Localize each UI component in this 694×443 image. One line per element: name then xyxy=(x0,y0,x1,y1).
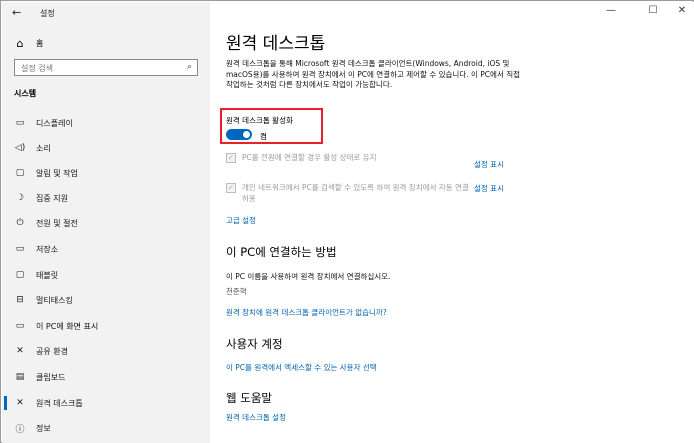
notification-icon: ▢ xyxy=(15,168,25,178)
sidebar-item-remote-desktop[interactable]: ✕ 원격 데스크톱 xyxy=(4,396,83,410)
speaker-icon: ◁) xyxy=(14,143,26,153)
enable-remote-desktop-label: 원격 데스크톱 활성화 xyxy=(226,116,293,125)
sidebar: ← 설정 ⌂ 홈 설정 검색 ⌕ 시스템 ▭ 디스플레이 ◁) 소리 ▢ 알림 … xyxy=(2,2,210,443)
sidebar-home[interactable]: ⌂ 홈 xyxy=(14,37,44,50)
advanced-settings-link[interactable]: 고급 설정 xyxy=(226,215,256,226)
keep-awake-label: PC를 전원에 연결할 경우 활성 상태로 유지 xyxy=(242,153,377,162)
toggle-state-label: 켬 xyxy=(260,132,267,141)
minimize-icon[interactable]: — xyxy=(604,5,618,16)
maximize-icon[interactable]: ☐ xyxy=(646,5,660,16)
sidebar-item-storage[interactable]: ▭ 저장소 xyxy=(14,242,58,256)
multitasking-icon: ⊟ xyxy=(16,295,24,305)
main-content: — ☐ ✕ 원격 데스크톱 원격 데스크톱을 통해 Microsoft 원격 데… xyxy=(210,2,694,443)
settings-window: ← 설정 ⌂ 홈 설정 검색 ⌕ 시스템 ▭ 디스플레이 ◁) 소리 ▢ 알림 … xyxy=(0,0,694,443)
clipboard-icon: ▤ xyxy=(15,372,25,382)
sidebar-item-power[interactable]: ⏻ 전원 및 절전 xyxy=(14,216,77,230)
power-icon: ⏻ xyxy=(16,218,24,228)
sidebar-item-sound[interactable]: ◁) 소리 xyxy=(14,141,51,155)
sidebar-item-display[interactable]: ▭ 디스플레이 xyxy=(14,116,73,130)
keep-awake-checkbox[interactable]: ✓ xyxy=(226,153,236,163)
discoverable-checkbox[interactable]: ✓ xyxy=(226,183,236,193)
sidebar-item-multitasking[interactable]: ⊟ 멀티태스킹 xyxy=(14,293,73,307)
home-icon: ⌂ xyxy=(16,37,24,50)
help-remote-desktop-link[interactable]: 원격 데스크톱 설정 xyxy=(226,412,286,423)
info-icon: ⓘ xyxy=(15,424,25,435)
monitor-icon: ▭ xyxy=(15,118,25,128)
sidebar-item-tablet[interactable]: ▢ 태블릿 xyxy=(14,268,58,282)
sidebar-item-projecting[interactable]: ▭ 이 PC에 화면 표시 xyxy=(14,319,98,333)
discoverable-label: 개인 네트워크에서 PC를 검색할 수 있도록 하여 원격 장치에서 자동 연결… xyxy=(242,183,469,203)
web-help-heading: 웹 도움말 xyxy=(226,391,272,405)
moon-icon: ☽ xyxy=(15,193,25,203)
back-arrow-icon[interactable]: ← xyxy=(12,6,21,19)
select-users-link[interactable]: 이 PC를 원격에서 액세스할 수 있는 사용자 선택 xyxy=(226,362,377,373)
projector-icon: ▭ xyxy=(15,321,25,331)
sidebar-item-shared-experiences[interactable]: ✕ 공유 환경 xyxy=(14,344,68,358)
connect-text: 이 PC 이름을 사용하여 원격 장치에서 연결하십시오. xyxy=(226,272,391,281)
search-placeholder: 설정 검색 xyxy=(21,64,53,73)
tablet-icon: ▢ xyxy=(15,270,25,280)
home-label: 홈 xyxy=(36,39,44,48)
enable-remote-desktop-toggle[interactable] xyxy=(226,129,252,140)
sidebar-section-title: 시스템 xyxy=(14,89,37,98)
sidebar-item-notifications[interactable]: ▢ 알림 및 작업 xyxy=(14,166,78,180)
pc-name: 천준혁 xyxy=(226,287,247,296)
sidebar-item-clipboard[interactable]: ▤ 클립보드 xyxy=(14,370,66,384)
page-description: 원격 데스크톱을 통해 Microsoft 원격 데스크톱 클라이언트(Wind… xyxy=(226,59,521,89)
show-settings-link-1[interactable]: 설정 표시 xyxy=(474,159,504,170)
window-title: 설정 xyxy=(40,9,55,18)
page-title: 원격 데스크톱 xyxy=(226,34,326,54)
sidebar-item-focus-assist[interactable]: ☽ 집중 지원 xyxy=(14,191,68,205)
user-accounts-heading: 사용자 계정 xyxy=(226,337,283,351)
sidebar-item-about[interactable]: ⓘ 정보 xyxy=(14,421,50,435)
search-input[interactable]: 설정 검색 ⌕ xyxy=(14,59,198,76)
toggle-knob xyxy=(243,131,250,138)
share-icon: ✕ xyxy=(16,346,24,356)
remote-desktop-icon: ✕ xyxy=(16,398,24,408)
close-icon[interactable]: ✕ xyxy=(675,5,689,16)
connect-heading: 이 PC에 연결하는 방법 xyxy=(226,245,337,259)
storage-icon: ▭ xyxy=(15,244,25,254)
no-client-link[interactable]: 원격 장치에 원격 데스크톱 클라이언트가 없습니까? xyxy=(226,307,387,318)
show-settings-link-2[interactable]: 설정 표시 xyxy=(474,183,504,194)
search-icon: ⌕ xyxy=(186,62,192,72)
